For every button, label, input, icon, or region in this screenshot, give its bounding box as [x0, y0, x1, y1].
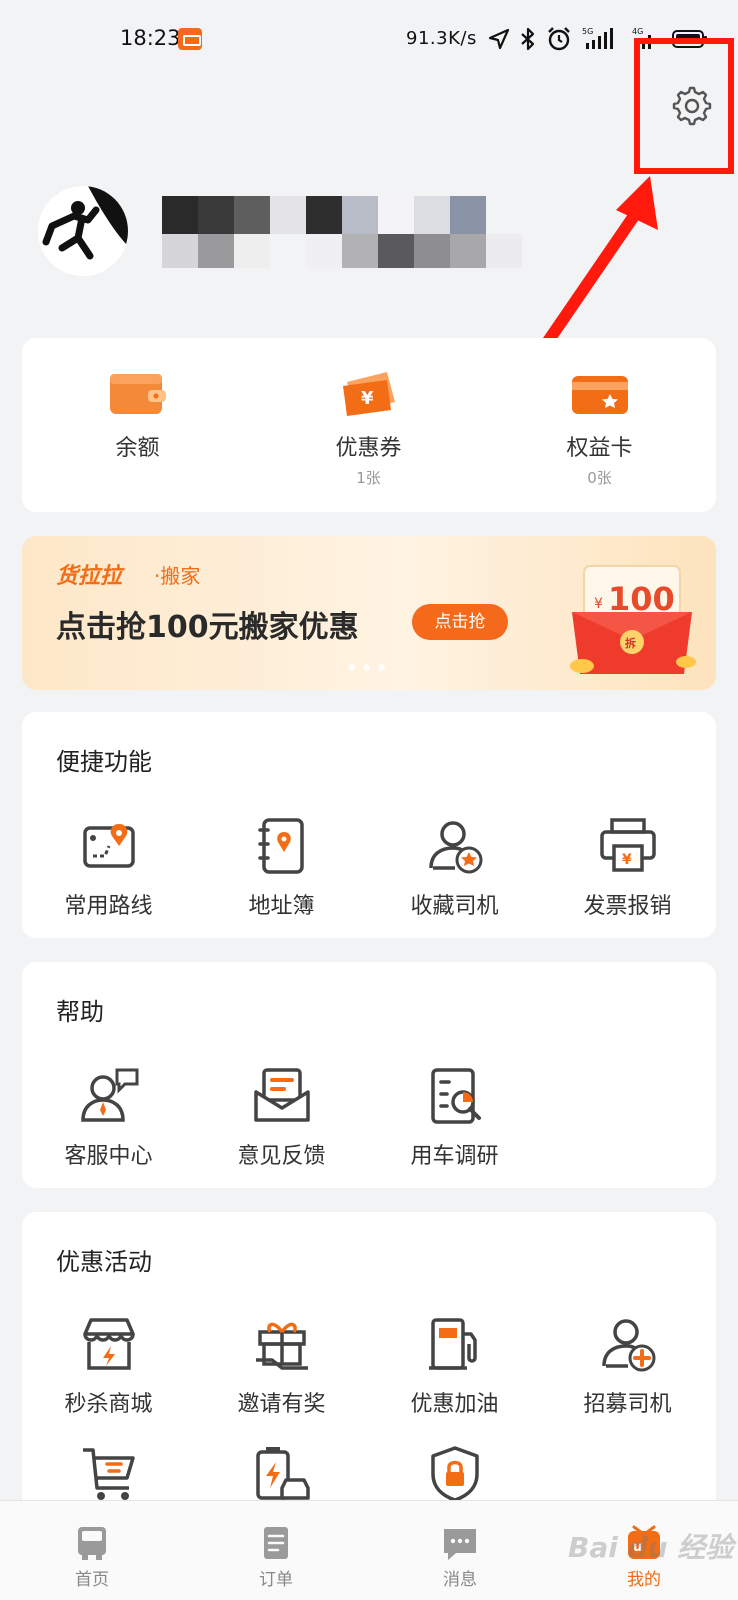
fuel-discount-label: 优惠加油	[410, 1392, 499, 1417]
address-book-label: 地址簿	[248, 894, 315, 919]
moving-promo-banner[interactable]: 货拉拉 ·搬家 点击抢100元搬家优惠 点击抢 拆 ¥ 100	[22, 536, 716, 690]
coupon-icon: ¥	[342, 372, 395, 416]
shortcuts-card: 便捷功能 常用路线 地址簿 收藏司机 ¥ 发票报销	[22, 712, 716, 938]
carousel-dot	[348, 664, 355, 671]
nav-home[interactable]: 首页	[0, 1501, 184, 1600]
nav-orders-label: 订单	[259, 1570, 293, 1590]
flash-shop-icon	[82, 1318, 135, 1370]
balance-item[interactable]: 余额	[22, 338, 253, 512]
favorite-driver-icon	[428, 821, 482, 874]
customer-service-label: 客服中心	[64, 1144, 153, 1169]
nav-messages-label: 消息	[443, 1570, 477, 1590]
coupon-label: 优惠券	[335, 436, 402, 461]
signal-5g-icon: 5G	[582, 27, 613, 49]
red-packet-currency: ¥	[594, 596, 603, 612]
coupon-item[interactable]: ¥ 优惠券 1张	[253, 338, 484, 512]
red-packet-open-label: 拆	[625, 636, 636, 650]
baidu-watermark: Bai du 经验	[568, 1531, 734, 1564]
battery-car-icon	[255, 1447, 310, 1500]
bluetooth-icon	[521, 27, 535, 51]
fuel-pump-icon	[428, 1318, 477, 1370]
nav-home-label: 首页	[75, 1570, 109, 1590]
feedback-mail-icon	[253, 1068, 310, 1122]
survey-label: 用车调研	[410, 1144, 499, 1169]
promotions-card: 优惠活动 秒杀商城 邀请有奖 优惠加油 招募司机	[22, 1212, 716, 1512]
banner-grab-button[interactable]: 点击抢	[412, 604, 508, 640]
nav-orders[interactable]: 订单	[184, 1501, 368, 1600]
help-card: 帮助 客服中心 意见反馈 用车调研	[22, 962, 716, 1188]
benefit-card-icon	[571, 376, 628, 414]
red-packet-amount: 100	[608, 580, 675, 618]
carousel-dot	[378, 664, 385, 671]
survey-icon	[430, 1068, 481, 1124]
benefit-card-label: 权益卡	[566, 436, 633, 461]
customer-service-icon	[80, 1068, 138, 1122]
benefit-card-item[interactable]: 权益卡 0张	[484, 338, 715, 512]
banner-service-label: ·搬家	[154, 564, 201, 588]
red-packet-icon: 拆 ¥ 100	[570, 565, 696, 674]
truck-home-icon	[78, 1527, 106, 1560]
order-list-icon	[264, 1527, 288, 1559]
banner-brand-logo: 货拉拉	[56, 564, 123, 589]
common-routes-label: 常用路线	[64, 894, 153, 919]
avatar[interactable]	[38, 186, 128, 276]
svg-text:5G: 5G	[582, 27, 593, 36]
shopping-cart-icon	[82, 1448, 135, 1500]
recruit-driver-label: 招募司机	[583, 1392, 672, 1417]
help-title: 帮助	[56, 998, 104, 1026]
invoice-printer-icon: ¥	[599, 818, 656, 872]
benefit-card-count: 0张	[587, 469, 612, 487]
banner-carousel-dots	[348, 664, 385, 671]
gift-icon	[255, 1322, 308, 1370]
nav-profile-label: 我的	[627, 1570, 661, 1590]
feedback-label: 意见反馈	[237, 1144, 326, 1169]
network-speed: 91.3K/s	[406, 28, 477, 49]
recruit-driver-icon	[601, 1319, 655, 1372]
status-bar: 18:23 91.3K/s 5G 4G	[0, 0, 738, 80]
svg-text:4G: 4G	[632, 27, 643, 36]
flash-shop-label: 秒杀商城	[64, 1392, 153, 1417]
promotions-title: 优惠活动	[56, 1248, 152, 1276]
wallet-card: 余额 ¥ 优惠券 1张 权益卡 0张	[22, 338, 716, 512]
invoice-label: 发票报销	[583, 894, 672, 919]
nav-messages[interactable]: 消息	[368, 1501, 552, 1600]
app-notification-icon	[178, 28, 202, 50]
security-shield-icon	[430, 1446, 479, 1502]
banner-title: 点击抢100元搬家优惠	[56, 610, 359, 645]
shortcuts-title: 便捷功能	[56, 748, 152, 776]
carousel-dot	[363, 664, 370, 671]
message-icon	[444, 1529, 476, 1560]
climber-avatar-image	[38, 186, 128, 276]
wallet-icon	[109, 374, 166, 414]
status-time: 18:23	[120, 26, 181, 50]
favorite-drivers-label: 收藏司机	[410, 894, 499, 919]
alarm-icon	[548, 27, 570, 51]
address-book-icon	[257, 818, 304, 874]
invite-reward-label: 邀请有奖	[237, 1392, 326, 1417]
annotation-highlight-box	[634, 38, 734, 174]
route-map-icon	[82, 824, 135, 868]
navigation-icon	[488, 28, 510, 50]
coupon-count: 1张	[356, 469, 381, 487]
balance-label: 余额	[115, 436, 160, 461]
username-mosaic	[162, 196, 522, 268]
svg-text:¥: ¥	[361, 388, 374, 409]
svg-text:¥: ¥	[622, 852, 632, 868]
